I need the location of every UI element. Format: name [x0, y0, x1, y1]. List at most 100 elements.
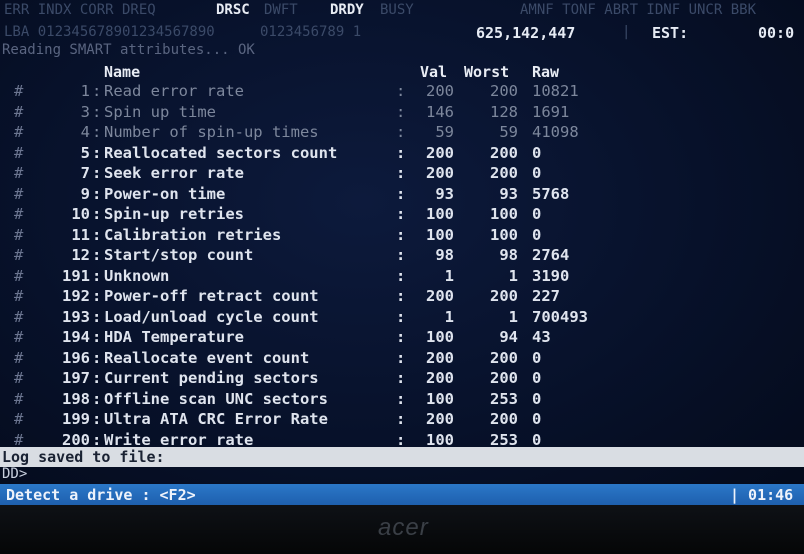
attribute-name: Calibration retries: [104, 225, 282, 244]
row-hash: #: [14, 225, 24, 244]
row-hash: #: [14, 328, 24, 346]
row-colon: :: [92, 369, 102, 387]
table-row: #198: Offline scan UNC sectors:100 253 0: [0, 390, 804, 411]
faded-info-left: LBA 012345678901234567890: [4, 24, 215, 40]
attribute-id: 192: [62, 287, 90, 305]
row-colon: :: [92, 123, 102, 141]
attribute-id: 7: [80, 164, 90, 182]
row-colon: :: [92, 266, 102, 285]
attribute-name: Spin up time: [104, 102, 216, 121]
attribute-id: 199: [62, 410, 90, 428]
attribute-val: 1: [444, 307, 454, 326]
row-colon: :: [396, 307, 406, 326]
row-hash: #: [14, 266, 24, 285]
attribute-worst: 1: [508, 307, 518, 326]
attribute-val: 100: [426, 389, 454, 408]
row-colon: :: [92, 102, 102, 121]
attribute-id: 191: [62, 266, 90, 285]
table-row: #4: Number of spin-up times:59 59 41098: [0, 123, 804, 144]
command-prompt[interactable]: DD>: [0, 466, 804, 484]
attribute-val: 200: [426, 410, 454, 428]
attribute-raw: 3190: [532, 266, 570, 285]
attribute-worst: 200: [490, 164, 518, 182]
attribute-worst: 200: [490, 369, 518, 387]
row-hash: #: [14, 143, 24, 162]
attribute-raw: 5768: [532, 184, 570, 203]
attribute-name: Power-on time: [104, 184, 226, 203]
attribute-val: 200: [426, 164, 454, 182]
row-colon: :: [92, 246, 102, 264]
row-colon: :: [92, 184, 102, 203]
attribute-worst: 100: [490, 225, 518, 244]
attribute-name: Ultra ATA CRC Error Rate: [104, 410, 328, 428]
table-row: #12: Start/stop count:98 98 2764: [0, 246, 804, 267]
row-hash: #: [14, 123, 24, 141]
detect-drive-hint[interactable]: Detect a drive : <F2>: [6, 486, 196, 504]
attribute-id: 194: [62, 328, 90, 346]
table-row: #197: Current pending sectors:200 200 0: [0, 369, 804, 390]
attribute-raw: 10821: [532, 82, 579, 100]
flag-drdy: DRDY: [330, 2, 364, 18]
row-hash: #: [14, 164, 24, 182]
attribute-worst: 94: [499, 328, 518, 346]
attribute-raw: 0: [532, 143, 542, 162]
row-colon: :: [92, 348, 102, 367]
attribute-id: 197: [62, 369, 90, 387]
log-bar: Log saved to file:: [0, 447, 804, 467]
attribute-worst: 100: [490, 205, 518, 223]
attribute-id: 9: [80, 184, 90, 203]
attribute-raw: 0: [532, 410, 542, 428]
attribute-name: Spin-up retries: [104, 205, 244, 223]
column-val: Val: [420, 63, 448, 81]
row-colon: :: [396, 102, 406, 121]
attribute-raw: 0: [532, 369, 542, 387]
attribute-val: 200: [426, 287, 454, 305]
row-hash: #: [14, 184, 24, 203]
attribute-val: 100: [426, 205, 454, 223]
attribute-raw: 0: [532, 348, 542, 367]
attribute-raw: 0: [532, 389, 542, 408]
row-colon: :: [396, 205, 406, 223]
attribute-worst: 253: [490, 389, 518, 408]
attribute-worst: 253: [490, 430, 518, 449]
attribute-val: 200: [426, 143, 454, 162]
faded-flag-mid2: BUSY: [380, 2, 414, 18]
drive-info-row: LBA 012345678901234567890 0123456789 1 6…: [0, 22, 804, 44]
attribute-worst: 200: [490, 82, 518, 100]
attribute-id: 193: [62, 307, 90, 326]
attribute-id: 196: [62, 348, 90, 367]
attribute-raw: 41098: [532, 123, 579, 141]
table-row: #7: Seek error rate:200 200 0: [0, 164, 804, 185]
attribute-val: 100: [426, 430, 454, 449]
row-colon: :: [396, 82, 406, 100]
elapsed-time: | 01:46: [730, 486, 794, 504]
attribute-id: 198: [62, 389, 90, 408]
table-row: #196: Reallocate event count:200 200 0: [0, 349, 804, 370]
table-row: #194: HDA Temperature:100 94 43: [0, 328, 804, 349]
terminal-screen: ERR INDX CORR DREQ DRSC DWFT DRDY BUSY A…: [0, 0, 804, 505]
row-colon: :: [396, 287, 406, 305]
est-value: 00:0: [758, 24, 795, 42]
smart-attributes-table: #1: Read error rate:200 200 10821 #3: Spin up…: [0, 82, 804, 451]
attribute-name: Write error rate: [104, 430, 254, 449]
attribute-val: 100: [426, 328, 454, 346]
attribute-worst: 1: [508, 266, 518, 285]
status-message-row: Reading SMART attributes... OK: [0, 42, 804, 62]
row-hash: #: [14, 82, 24, 100]
row-hash: #: [14, 348, 24, 367]
row-colon: :: [396, 348, 406, 367]
attribute-val: 98: [435, 246, 454, 264]
column-raw: Raw: [532, 63, 560, 81]
table-row: #193: Load/unload cycle count:1 1 700493: [0, 308, 804, 329]
prompt-text: DD>: [2, 466, 28, 482]
row-hash: #: [14, 246, 24, 264]
attribute-raw: 227: [532, 287, 560, 305]
attribute-worst: 200: [490, 287, 518, 305]
faded-flags-right: AMNF TONF ABRT IDNF UNCR BBK: [520, 2, 757, 18]
row-hash: #: [14, 410, 24, 428]
row-hash: #: [14, 102, 24, 121]
attribute-val: 200: [426, 348, 454, 367]
row-colon: :: [92, 82, 102, 100]
attribute-worst: 200: [490, 410, 518, 428]
row-colon: :: [92, 143, 102, 162]
